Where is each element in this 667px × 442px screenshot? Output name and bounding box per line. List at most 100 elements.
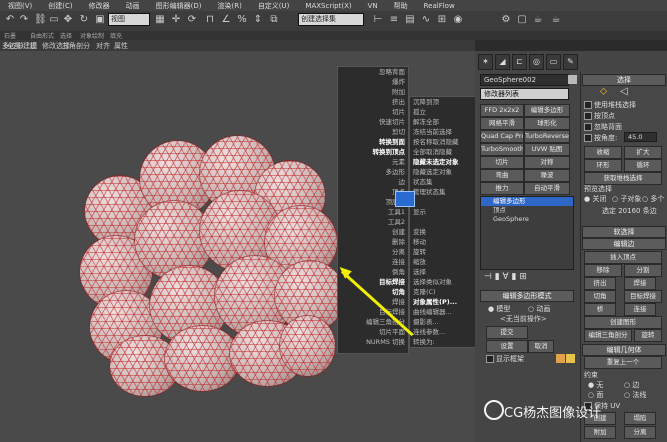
quad-item[interactable]: 目标焊接 bbox=[338, 307, 408, 317]
stack-item-vertex[interactable]: 顶点 bbox=[481, 206, 573, 215]
grow-button[interactable]: 扩大 bbox=[624, 146, 662, 159]
edge-mode-icon[interactable]: ◁ bbox=[620, 86, 628, 97]
constraint-normal-radio[interactable]: ○ 法线 bbox=[624, 390, 646, 400]
by-angle-checkbox[interactable]: 按角度: bbox=[584, 133, 617, 143]
quad-item[interactable]: 转换为: bbox=[410, 337, 476, 347]
quad-item[interactable]: 转换到顶点 bbox=[338, 147, 408, 157]
modifier-button[interactable]: 噪波 bbox=[524, 169, 570, 182]
menu-create[interactable]: 创建(C) bbox=[40, 1, 80, 11]
tab-freeform[interactable]: 自由形式 bbox=[30, 31, 54, 40]
quad-item[interactable]: 剪切 bbox=[338, 127, 408, 137]
select-icon[interactable]: ▭ bbox=[48, 14, 60, 26]
mode-model-radio[interactable]: ● 模型 bbox=[488, 304, 510, 314]
modifier-button[interactable]: TurboReverse bbox=[524, 130, 570, 143]
cage-color-swatch[interactable] bbox=[556, 354, 565, 363]
modifier-button[interactable]: 对称 bbox=[524, 156, 570, 169]
create-shape-button[interactable]: 创建图形 bbox=[584, 316, 662, 329]
quad-item[interactable]: 切片平面 bbox=[338, 327, 408, 337]
spinner-snap-icon[interactable]: ⇕ bbox=[252, 14, 264, 26]
quad-item[interactable]: 切角 bbox=[338, 287, 408, 297]
insert-vertex-button[interactable]: 插入顶点 bbox=[584, 251, 662, 264]
menu-animation[interactable]: 动画 bbox=[118, 1, 148, 11]
constraint-none-radio[interactable]: ● 无 bbox=[588, 380, 603, 390]
remove-button[interactable]: 移除 bbox=[584, 264, 622, 277]
subbar-edge[interactable]: 边 bbox=[30, 41, 37, 51]
soft-selection-rollout[interactable]: 软选择 bbox=[582, 226, 666, 238]
modifier-button[interactable]: 切片 bbox=[480, 156, 524, 169]
render-icon[interactable]: ☕ bbox=[532, 14, 544, 26]
modifier-button[interactable]: TurboSmooth Pro bbox=[480, 143, 524, 156]
quad-item[interactable]: 切片 bbox=[338, 107, 408, 117]
preview-multi-radio[interactable]: ○ 多个 bbox=[642, 194, 664, 204]
modifier-button[interactable]: 自动平滑 bbox=[524, 182, 570, 195]
quad-item[interactable]: NURMS 切换 bbox=[338, 337, 408, 347]
vertex-mode-icon[interactable]: ⬦ bbox=[600, 86, 607, 97]
modifier-button[interactable]: FFD 2x2x2 bbox=[480, 104, 524, 117]
quad-item[interactable]: 爆炸 bbox=[338, 77, 408, 87]
weld-button[interactable]: 焊接 bbox=[624, 277, 656, 290]
render-frame-icon[interactable]: ▢ bbox=[516, 14, 528, 26]
menu-graph-editors[interactable]: 图形编辑器(D) bbox=[148, 1, 210, 11]
quad-item[interactable]: 选择 bbox=[410, 267, 476, 277]
turn-button[interactable]: 旋转 bbox=[634, 329, 662, 342]
by-vertex-checkbox[interactable]: 按顶点 bbox=[584, 111, 615, 121]
quad-item[interactable]: 沉降到顶 bbox=[410, 97, 476, 107]
selection-rollout[interactable]: 选择 bbox=[582, 74, 666, 86]
quad-item[interactable]: 旋转 bbox=[410, 247, 476, 257]
utilities-tab-icon[interactable]: ✎ bbox=[563, 54, 578, 70]
select-rotate-icon[interactable]: ⟳ bbox=[186, 14, 198, 26]
detach-button[interactable]: 分离 bbox=[624, 426, 656, 439]
quad-item[interactable]: 冻结当前选择 bbox=[410, 127, 476, 137]
extrude-button[interactable]: 挤出 bbox=[584, 277, 616, 290]
menu-rendering[interactable]: 渲染(R) bbox=[209, 1, 249, 11]
schematic-icon[interactable]: ⊞ bbox=[436, 14, 448, 26]
preview-off-radio[interactable]: ● 关闭 bbox=[584, 194, 606, 204]
quad-item[interactable]: 孤立 bbox=[410, 107, 476, 117]
quad-item[interactable]: 克隆(C) bbox=[410, 287, 476, 297]
subbar-all[interactable]: (全部) bbox=[4, 41, 23, 51]
quad-item[interactable]: 多边形 bbox=[338, 167, 408, 177]
quad-item[interactable]: 挤出 bbox=[338, 97, 408, 107]
redo-icon[interactable]: ↷ bbox=[18, 14, 30, 26]
quad-item[interactable]: 快速切片 bbox=[338, 117, 408, 127]
quad-item[interactable]: 移动 bbox=[410, 237, 476, 247]
quad-item[interactable]: 工具1 bbox=[338, 207, 408, 217]
modifier-button[interactable]: 网格平滑 bbox=[480, 117, 524, 130]
quad-item[interactable]: 隐藏选定对象 bbox=[410, 167, 476, 177]
pivot-icon[interactable]: ▦ bbox=[154, 14, 166, 26]
align-icon[interactable]: ⊢ bbox=[372, 14, 384, 26]
tab-object-paint[interactable]: 对象绘制 bbox=[80, 31, 104, 40]
quad-item[interactable]: 忽略背面 bbox=[338, 67, 408, 77]
chamfer-button[interactable]: 切角 bbox=[584, 290, 616, 303]
menu-help[interactable]: 帮助 bbox=[386, 1, 416, 11]
view-select[interactable]: 视图 bbox=[108, 13, 150, 26]
use-stack-checkbox[interactable]: 使用堆栈选择 bbox=[584, 100, 636, 110]
constraint-edge-radio[interactable]: ○ 边 bbox=[624, 380, 639, 390]
percent-snap-icon[interactable]: % bbox=[236, 14, 248, 26]
edit-geometry-rollout[interactable]: 编辑几何体 bbox=[582, 344, 666, 356]
tab-populate[interactable]: 填充 bbox=[110, 31, 122, 40]
settings-button[interactable]: 设置 bbox=[486, 340, 528, 353]
quad-item[interactable]: 创建 bbox=[338, 227, 408, 237]
quad-item[interactable]: 连接 bbox=[338, 257, 408, 267]
mode-animation-radio[interactable]: ○ 动画 bbox=[528, 304, 550, 314]
modify-tab-icon[interactable]: ◢ bbox=[495, 54, 510, 70]
commit-button[interactable]: 提交 bbox=[486, 326, 528, 339]
create-tab-icon[interactable]: ✶ bbox=[478, 54, 493, 70]
target-weld-button[interactable]: 目标焊接 bbox=[624, 290, 662, 303]
quad-item[interactable]: 显示 bbox=[410, 207, 476, 217]
render-setup-icon[interactable]: ⚙ bbox=[500, 14, 512, 26]
select-move-icon[interactable]: ✛ bbox=[170, 14, 182, 26]
quad-item[interactable]: 管理状态集 bbox=[410, 187, 476, 197]
edit-edges-rollout[interactable]: 编辑边 bbox=[582, 238, 666, 250]
quad-item[interactable]: 摄影表... bbox=[410, 317, 476, 327]
tab-selection[interactable]: 选择 bbox=[60, 31, 72, 40]
edit-poly-mode-rollout[interactable]: 编辑多边形模式 bbox=[480, 290, 574, 302]
material-editor-icon[interactable]: ◉ bbox=[452, 14, 464, 26]
stack-item-edit-poly[interactable]: 编辑多边形 bbox=[481, 197, 573, 206]
hierarchy-tab-icon[interactable]: ⊏ bbox=[512, 54, 527, 70]
quad-menu-center[interactable] bbox=[395, 191, 415, 207]
undo-icon[interactable]: ↶ bbox=[4, 14, 16, 26]
subbar-triangulate[interactable]: 三角剖分 bbox=[62, 41, 90, 51]
quad-item[interactable]: 工具2 bbox=[338, 217, 408, 227]
